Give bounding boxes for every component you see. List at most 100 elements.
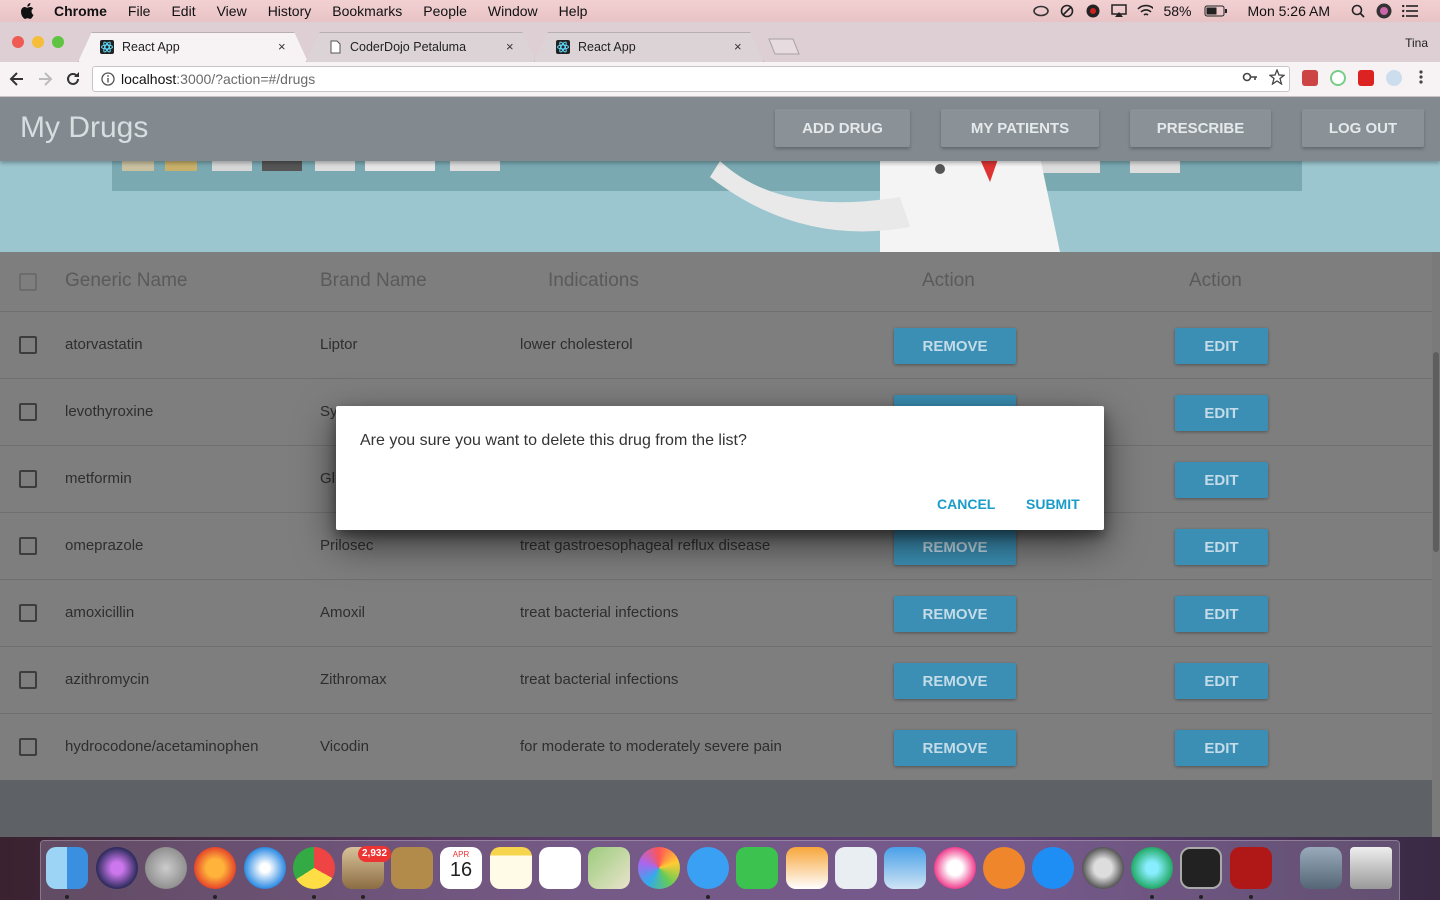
maps-icon[interactable] xyxy=(588,847,630,889)
keynote-icon[interactable] xyxy=(884,847,926,889)
firefox-icon[interactable] xyxy=(194,847,236,889)
notification-center-icon[interactable] xyxy=(1402,4,1418,18)
chrome-menu-icon[interactable] xyxy=(1414,69,1428,85)
photos-icon[interactable] xyxy=(638,847,680,889)
atom-icon[interactable] xyxy=(1131,847,1173,889)
edit-button[interactable]: EDIT xyxy=(1175,663,1268,699)
cancel-button[interactable]: CANCEL xyxy=(937,496,995,512)
browser-tab-1[interactable]: React App × xyxy=(78,32,308,62)
app-store-icon[interactable] xyxy=(1032,847,1074,889)
brand-name-cell: Zithromax xyxy=(320,671,387,688)
menubar-clock[interactable]: Mon 5:26 AM xyxy=(1248,3,1331,19)
numbers-icon[interactable] xyxy=(835,847,877,889)
header-generic-name[interactable]: Generic Name xyxy=(65,270,188,292)
finder-icon[interactable] xyxy=(46,847,88,889)
browser-tab-3[interactable]: React App × xyxy=(534,32,764,62)
edit-button[interactable]: EDIT xyxy=(1175,328,1268,364)
safari-icon[interactable] xyxy=(244,847,286,889)
itunes-icon[interactable] xyxy=(934,847,976,889)
browser-tab-2[interactable]: CoderDojo Petaluma × xyxy=(306,32,536,62)
reload-icon[interactable] xyxy=(64,70,82,88)
my-patients-button[interactable]: MY PATIENTS xyxy=(941,109,1099,147)
prescribe-button[interactable]: PRESCRIBE xyxy=(1130,109,1271,147)
menu-view[interactable]: View xyxy=(217,3,247,19)
extension-1-icon[interactable] xyxy=(1302,70,1318,86)
edit-button[interactable]: EDIT xyxy=(1175,596,1268,632)
tab-close-icon[interactable]: × xyxy=(506,40,516,53)
edit-button[interactable]: EDIT xyxy=(1175,529,1268,565)
contacts-icon[interactable] xyxy=(391,847,433,889)
menu-file[interactable]: File xyxy=(128,3,151,19)
extension-3-icon[interactable] xyxy=(1358,70,1374,86)
remove-button[interactable]: REMOVE xyxy=(894,529,1016,565)
terminal-icon[interactable] xyxy=(1180,847,1222,889)
header-indications[interactable]: Indications xyxy=(548,270,639,292)
messages-icon[interactable] xyxy=(687,847,729,889)
siri-dock-icon[interactable] xyxy=(96,847,138,889)
airplay-icon[interactable] xyxy=(1111,4,1128,18)
menu-bookmarks[interactable]: Bookmarks xyxy=(332,3,402,19)
facetime-icon[interactable] xyxy=(736,847,778,889)
vertical-scrollbar-thumb[interactable] xyxy=(1433,352,1439,552)
row-checkbox[interactable] xyxy=(19,403,37,421)
window-zoom-button[interactable] xyxy=(52,36,64,48)
downloads-stack-icon[interactable] xyxy=(1300,847,1342,889)
apple-icon[interactable] xyxy=(20,3,34,19)
menu-window[interactable]: Window xyxy=(488,3,538,19)
siri-icon[interactable] xyxy=(1376,3,1392,19)
calendar-icon[interactable]: APR 16 xyxy=(440,847,482,889)
extension-2-icon[interactable] xyxy=(1330,70,1346,86)
launchpad-icon[interactable] xyxy=(145,847,187,889)
log-out-button[interactable]: LOG OUT xyxy=(1302,109,1424,147)
key-icon[interactable] xyxy=(1242,69,1258,85)
window-close-button[interactable] xyxy=(12,36,24,48)
creative-cloud-icon[interactable] xyxy=(1033,4,1050,18)
site-info-icon[interactable] xyxy=(101,72,115,86)
row-checkbox[interactable] xyxy=(19,336,37,354)
profile-name[interactable]: Tina xyxy=(1405,36,1428,50)
forward-arrow-icon[interactable] xyxy=(36,70,54,88)
spotlight-search-icon[interactable] xyxy=(1350,4,1366,18)
window-minimize-button[interactable] xyxy=(32,36,44,48)
trash-icon[interactable] xyxy=(1350,847,1392,889)
bookmark-star-icon[interactable] xyxy=(1269,69,1285,85)
sync-status-icon[interactable] xyxy=(1059,4,1075,18)
menu-edit[interactable]: Edit xyxy=(171,3,195,19)
tab-close-icon[interactable]: × xyxy=(734,40,744,53)
acrobat-icon[interactable] xyxy=(1230,847,1272,889)
chrome-icon[interactable] xyxy=(293,847,335,889)
extension-4-icon[interactable] xyxy=(1386,70,1402,86)
row-checkbox[interactable] xyxy=(19,537,37,555)
notes-icon[interactable] xyxy=(490,847,532,889)
back-arrow-icon[interactable] xyxy=(8,70,26,88)
status-app-icon[interactable] xyxy=(1085,4,1101,18)
edit-button[interactable]: EDIT xyxy=(1175,730,1268,766)
ibooks-icon[interactable] xyxy=(983,847,1025,889)
remove-button[interactable]: REMOVE xyxy=(894,663,1016,699)
row-checkbox[interactable] xyxy=(19,671,37,689)
row-checkbox[interactable] xyxy=(19,604,37,622)
header-brand-name[interactable]: Brand Name xyxy=(320,270,427,292)
edit-button[interactable]: EDIT xyxy=(1175,395,1268,431)
edit-button[interactable]: EDIT xyxy=(1175,462,1268,498)
row-checkbox[interactable] xyxy=(19,470,37,488)
menu-history[interactable]: History xyxy=(268,3,312,19)
wifi-icon[interactable] xyxy=(1137,4,1154,18)
new-tab-button[interactable] xyxy=(768,38,800,55)
menu-help[interactable]: Help xyxy=(559,3,588,19)
reminders-icon[interactable] xyxy=(539,847,581,889)
battery-icon[interactable] xyxy=(1204,4,1228,18)
remove-button[interactable]: REMOVE xyxy=(894,596,1016,632)
menu-people[interactable]: People xyxy=(423,3,467,19)
add-drug-button[interactable]: ADD DRUG xyxy=(775,109,910,147)
remove-button[interactable]: REMOVE xyxy=(894,730,1016,766)
pages-icon[interactable] xyxy=(786,847,828,889)
tab-close-icon[interactable]: × xyxy=(278,40,288,53)
menu-app-name[interactable]: Chrome xyxy=(54,3,107,19)
address-bar[interactable]: localhost:3000/?action=#/drugs xyxy=(92,66,1290,92)
remove-button[interactable]: REMOVE xyxy=(894,328,1016,364)
system-preferences-icon[interactable] xyxy=(1082,847,1124,889)
submit-button[interactable]: SUBMIT xyxy=(1026,496,1080,512)
select-all-checkbox[interactable] xyxy=(19,273,37,291)
row-checkbox[interactable] xyxy=(19,738,37,756)
